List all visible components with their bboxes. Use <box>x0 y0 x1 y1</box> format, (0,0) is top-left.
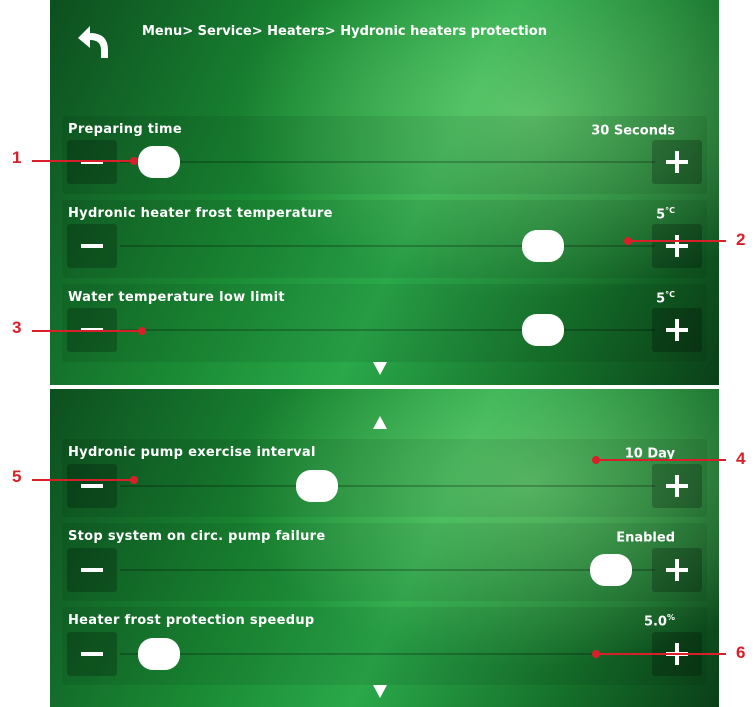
setting-label: Hydronic pump exercise interval <box>68 445 316 460</box>
setting-label: Stop system on circ. pump failure <box>68 529 326 544</box>
plus-icon <box>666 235 688 257</box>
scroll-down-button[interactable] <box>372 360 388 380</box>
callout-line <box>32 479 132 481</box>
increase-button[interactable] <box>652 308 702 352</box>
setting-value: 5°C <box>656 206 675 223</box>
scroll-down-button[interactable] <box>372 683 388 703</box>
decrease-button[interactable] <box>67 548 117 592</box>
slider-track <box>120 485 655 487</box>
callout-number: 3 <box>12 318 22 337</box>
decrease-button[interactable] <box>67 632 117 676</box>
decrease-button[interactable] <box>67 140 117 184</box>
setting-label: Water temperature low limit <box>68 290 285 305</box>
slider-knob[interactable] <box>522 314 565 346</box>
slider-track <box>120 653 655 655</box>
increase-button[interactable] <box>652 464 702 508</box>
slider-track <box>120 245 655 247</box>
slider-knob[interactable] <box>522 230 565 262</box>
callout-dot <box>130 157 138 165</box>
minus-icon <box>81 652 103 656</box>
setting-value: 30 Seconds <box>591 123 675 139</box>
slider-track <box>120 329 655 331</box>
slider-track <box>120 161 655 163</box>
scroll-down-arrow-icon <box>373 685 387 698</box>
callout-dot <box>138 327 146 335</box>
callout-number: 1 <box>12 148 22 167</box>
plus-icon <box>666 151 688 173</box>
minus-icon <box>81 484 103 488</box>
callout-line <box>32 160 130 162</box>
increase-button[interactable] <box>652 140 702 184</box>
callout-dot <box>130 476 138 484</box>
plus-icon <box>666 475 688 497</box>
slider-knob[interactable] <box>590 554 632 586</box>
slider-track <box>120 569 655 571</box>
back-arrow-icon <box>78 26 108 58</box>
setting-value: 5.0% <box>643 613 675 630</box>
setting-label: Preparing time <box>68 122 183 137</box>
callout-number: 5 <box>12 467 22 486</box>
minus-icon <box>81 244 103 248</box>
settings-screen-bottom: Hydronic pump exercise interval 10 Day S… <box>50 389 719 707</box>
setting-value: 5°C <box>656 290 675 307</box>
decrease-button[interactable] <box>67 224 117 268</box>
callout-number: 4 <box>736 449 746 468</box>
scroll-down-arrow-icon <box>373 362 387 375</box>
callout-number: 6 <box>736 643 746 662</box>
slider-knob[interactable] <box>296 470 339 502</box>
callout-line <box>598 459 726 461</box>
minus-icon <box>81 568 103 572</box>
setting-label: Heater frost protection speedup <box>68 613 315 628</box>
slider-knob[interactable] <box>138 638 180 670</box>
callout-line <box>630 240 726 242</box>
setting-value: Enabled <box>616 530 675 546</box>
scroll-up-button[interactable] <box>372 415 388 435</box>
callout-line <box>598 653 726 655</box>
decrease-button[interactable] <box>67 464 117 508</box>
callout-number: 2 <box>736 230 746 249</box>
plus-icon <box>666 559 688 581</box>
setting-label: Hydronic heater frost temperature <box>68 206 333 221</box>
increase-button[interactable] <box>652 224 702 268</box>
callout-line <box>32 330 140 332</box>
breadcrumb: Menu> Service> Heaters> Hydronic heaters… <box>142 24 547 39</box>
back-button[interactable] <box>68 20 118 64</box>
increase-button[interactable] <box>652 548 702 592</box>
slider-knob[interactable] <box>138 146 180 178</box>
scroll-up-arrow-icon <box>373 416 387 429</box>
settings-screen-top: Menu> Service> Heaters> Hydronic heaters… <box>50 0 719 385</box>
plus-icon <box>666 319 688 341</box>
